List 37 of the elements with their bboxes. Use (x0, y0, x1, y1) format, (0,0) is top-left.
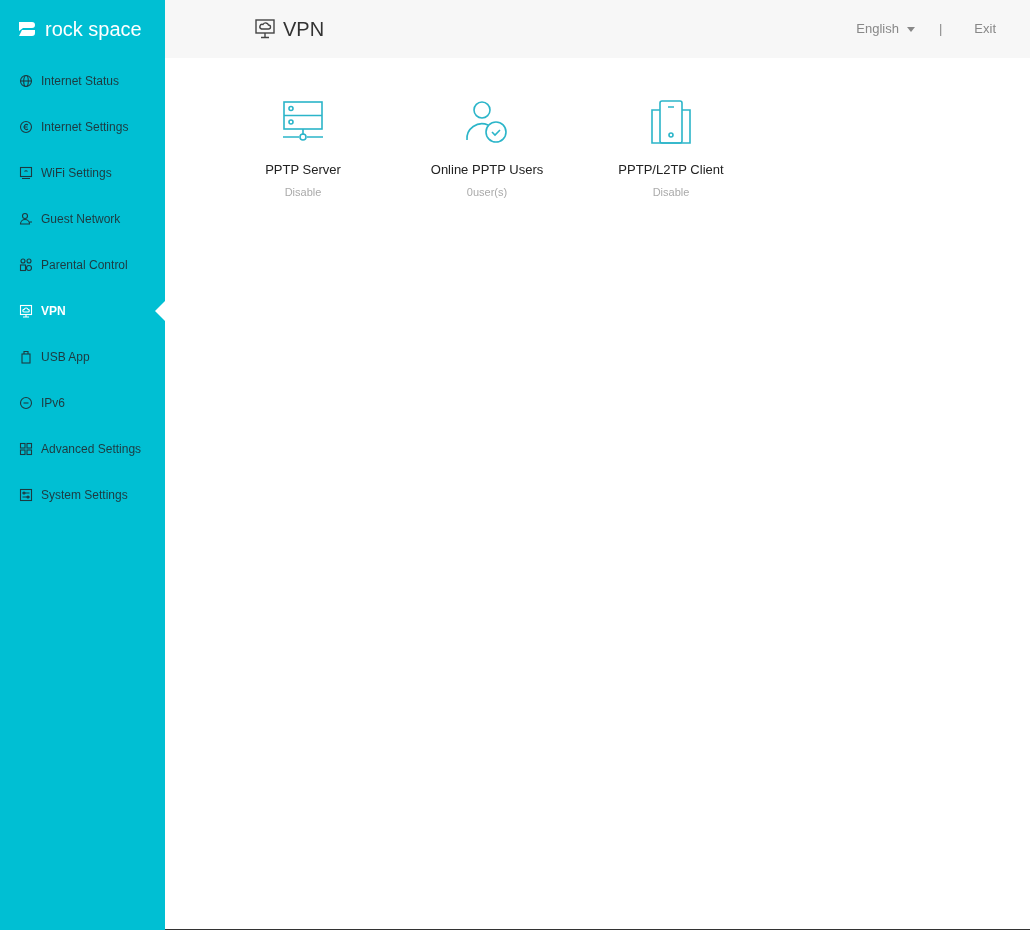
logo-text: rock space (45, 17, 142, 42)
logo-icon (17, 20, 37, 38)
selection-pointer-icon (155, 301, 165, 321)
menu-icon (19, 488, 33, 502)
sidebar-item[interactable]: Parental Control (0, 242, 165, 288)
tile-status: Disable (652, 184, 690, 200)
menu-icon (19, 212, 33, 226)
tile-title[interactable]: PPTP/L2TP Client (618, 160, 724, 180)
tile-title[interactable]: Online PPTP Users (430, 160, 544, 180)
sidebar-item[interactable]: WiFi Settings (0, 150, 165, 196)
tile-status: 0user(s) (466, 184, 508, 200)
sidebar-item[interactable]: USB App (0, 334, 165, 380)
monitor-cloud-icon (255, 19, 275, 39)
sidebar-item[interactable]: Internet Settings (0, 104, 165, 150)
menu-icon (19, 350, 33, 364)
menu-icon (19, 396, 33, 410)
tile-status: Disable (284, 184, 322, 200)
menu-icon (19, 442, 33, 456)
exit-link[interactable]: Exit (974, 19, 996, 39)
caret-icon (906, 26, 915, 32)
menu-icon (19, 120, 33, 134)
page-title: VPN (283, 17, 325, 42)
server-icon (281, 100, 325, 144)
language-dropdown[interactable]: English (856, 19, 915, 39)
sidebar-item[interactable]: Internet Status (0, 58, 165, 104)
menu-icon (19, 304, 33, 318)
menu-icon (19, 258, 33, 272)
user-check-icon (465, 100, 509, 144)
sidebar-item[interactable]: Guest Network (0, 196, 165, 242)
sidebar-item[interactable]: IPv6 (0, 380, 165, 426)
separator: | (938, 20, 943, 39)
phone-icon (649, 100, 693, 144)
sidebar-item[interactable]: System Settings (0, 472, 165, 518)
menu-icon (19, 74, 33, 88)
sidebar-item[interactable]: Advanced Settings (0, 426, 165, 472)
menu-icon (19, 166, 33, 180)
tile-title[interactable]: PPTP Server (265, 160, 341, 180)
